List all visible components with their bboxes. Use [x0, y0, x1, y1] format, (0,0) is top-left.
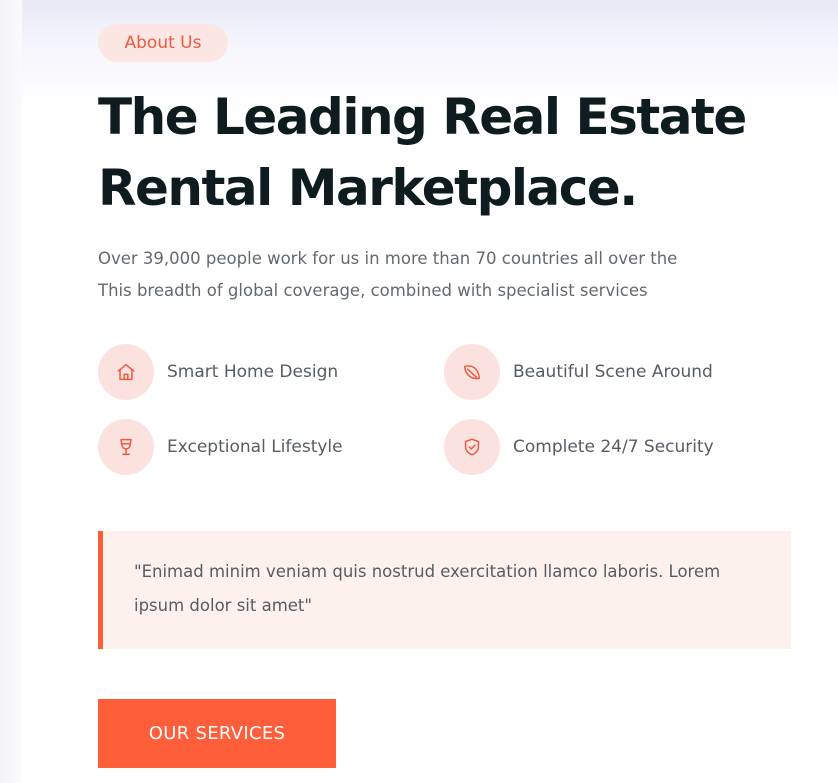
section-badge: About Us [98, 24, 228, 62]
our-services-button[interactable]: OUR SERVICES [98, 699, 336, 768]
title-line-2: Rental Marketplace. [98, 159, 638, 217]
feature-label: Complete 24/7 Security [513, 437, 714, 457]
wine-glass-icon [120, 438, 132, 456]
page-title: The Leading Real Estate Rental Marketpla… [98, 82, 798, 224]
feature-label: Smart Home Design [167, 362, 339, 382]
feature-icon-circle [98, 344, 154, 400]
feature-icon-circle [98, 419, 154, 475]
left-edge-shade [0, 0, 22, 783]
feature-icon-circle [444, 344, 500, 400]
leaf-icon [463, 365, 481, 380]
feature-complete-security: Complete 24/7 Security [444, 419, 714, 475]
feature-beautiful-scene-around: Beautiful Scene Around [444, 344, 713, 400]
quote-line-2: ipsum dolor sit amet" [134, 596, 312, 615]
section-description: Over 39,000 people work for us in more t… [98, 243, 718, 307]
feature-label: Exceptional Lifestyle [167, 437, 343, 457]
quote-block: "Enimad minim veniam quis nostrud exerci… [98, 531, 791, 649]
feature-icon-circle [444, 419, 500, 475]
shield-check-icon [464, 438, 480, 456]
feature-smart-home-design: Smart Home Design [98, 344, 338, 400]
feature-exceptional-lifestyle: Exceptional Lifestyle [98, 419, 343, 475]
quote-line-1: "Enimad minim veniam quis nostrud exerci… [134, 562, 721, 581]
feature-label: Beautiful Scene Around [513, 362, 713, 382]
title-line-1: The Leading Real Estate [98, 88, 747, 146]
description-line-1: Over 39,000 people work for us in more t… [98, 249, 678, 268]
home-icon [117, 363, 135, 381]
description-line-2: This breadth of global coverage, combine… [98, 281, 648, 300]
quote-text: "Enimad minim veniam quis nostrud exerci… [134, 555, 774, 623]
